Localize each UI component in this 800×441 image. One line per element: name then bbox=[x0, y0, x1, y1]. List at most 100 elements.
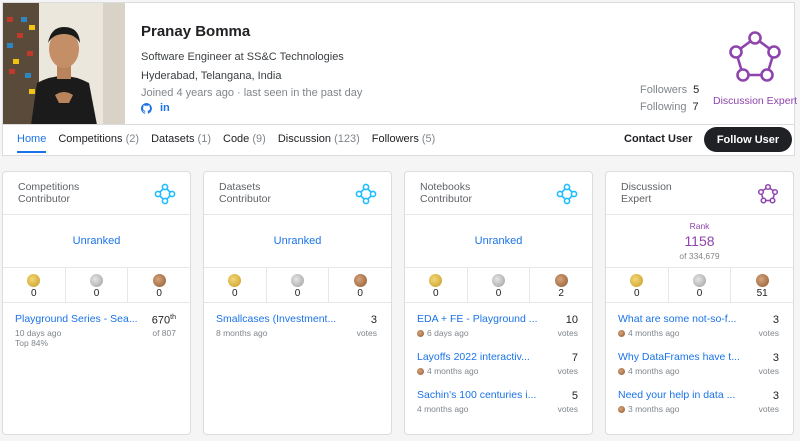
item-time: 4 months ago bbox=[618, 328, 680, 338]
competitions-card: Competitions Contributor Unranked 0 0 0 P… bbox=[2, 171, 191, 435]
item-votes: 3 bbox=[772, 314, 779, 326]
contributor-tier-icon bbox=[154, 183, 176, 205]
rank-area: Unranked bbox=[204, 215, 391, 267]
bronze-medal-icon bbox=[353, 274, 367, 287]
item-time: 3 months ago bbox=[618, 404, 680, 414]
list-item[interactable]: EDA + FE - Playground ... 6 days ago 10 … bbox=[405, 303, 592, 341]
silver-medal-icon bbox=[693, 274, 706, 287]
item-time: 6 days ago bbox=[417, 328, 469, 338]
bronze-medal-icon bbox=[554, 274, 568, 287]
profile-nav: Home Competitions (2) Datasets (1) Code … bbox=[2, 124, 795, 156]
gold-medal: 0 bbox=[606, 268, 669, 302]
rank-area: Rank 1158 of 334,679 bbox=[606, 215, 793, 267]
silver-medal: 0 bbox=[267, 268, 330, 302]
list-item[interactable]: Sachin's 100 centuries i... 4 months ago… bbox=[405, 379, 592, 417]
silver-medal: 0 bbox=[468, 268, 531, 302]
bronze-medal: 0 bbox=[128, 268, 190, 302]
silver-medal-icon bbox=[291, 274, 304, 287]
followers-count: 5 bbox=[693, 84, 700, 96]
list-item[interactable]: Layoffs 2022 interactiv... 4 months ago … bbox=[405, 341, 592, 379]
tab-code[interactable]: Code (9) bbox=[223, 133, 266, 153]
item-time: 4 months ago bbox=[417, 366, 479, 376]
item-title[interactable]: Need your help in data ... bbox=[618, 389, 746, 401]
item-rank: 670th bbox=[151, 314, 176, 327]
medal-counts: 0 0 0 bbox=[204, 267, 391, 303]
gold-medal: 0 bbox=[204, 268, 267, 302]
expert-tier-icon bbox=[757, 183, 779, 204]
list-item[interactable]: Need your help in data ... 3 months ago … bbox=[606, 379, 793, 417]
contributor-tier-icon bbox=[556, 183, 578, 205]
followers-stat[interactable]: Followers 5 bbox=[640, 84, 699, 96]
bronze-medal-icon bbox=[152, 274, 166, 287]
item-votes: 3 bbox=[370, 314, 377, 326]
tab-competitions[interactable]: Competitions (2) bbox=[58, 133, 139, 153]
profile-joined: Joined 4 years ago · last seen in the pa… bbox=[141, 87, 363, 99]
following-stat[interactable]: Following 7 bbox=[640, 101, 699, 113]
tab-list: Home Competitions (2) Datasets (1) Code … bbox=[17, 133, 435, 153]
bronze-medal: 2 bbox=[530, 268, 592, 302]
item-votes-label: votes bbox=[557, 328, 578, 338]
bronze-medal-icon bbox=[755, 274, 769, 287]
expert-tier-icon bbox=[729, 31, 781, 82]
tab-followers[interactable]: Followers (5) bbox=[372, 133, 436, 153]
contact-user-button[interactable]: Contact User bbox=[624, 133, 692, 145]
list-item[interactable]: Why DataFrames have t... 4 months ago 3 … bbox=[606, 341, 793, 379]
rank-area: Unranked bbox=[3, 215, 190, 267]
gold-medal: 0 bbox=[405, 268, 468, 302]
item-percentile: Top 84% bbox=[15, 338, 49, 348]
bronze-medal: 51 bbox=[731, 268, 793, 302]
achievement-cards: Competitions Contributor Unranked 0 0 0 P… bbox=[2, 171, 797, 436]
item-title[interactable]: Sachin's 100 centuries i... bbox=[417, 389, 545, 401]
followers-label: Followers bbox=[640, 84, 688, 96]
bronze-medal-icon bbox=[417, 329, 424, 337]
bronze-medal-icon bbox=[618, 329, 625, 337]
gold-medal: 0 bbox=[3, 268, 66, 302]
item-title[interactable]: Smallcases (Investment... bbox=[216, 313, 344, 325]
medal-counts: 0 0 0 bbox=[3, 267, 190, 303]
item-votes: 3 bbox=[772, 352, 779, 364]
tier-label: Discussion Expert bbox=[712, 95, 798, 107]
item-votes-label: votes bbox=[557, 366, 578, 376]
bronze-medal-icon bbox=[417, 367, 424, 375]
silver-medal-icon bbox=[492, 274, 505, 287]
list-item[interactable]: What are some not-so-f... 4 months ago 3… bbox=[606, 303, 793, 341]
linkedin-icon[interactable]: in bbox=[160, 102, 170, 114]
following-label: Following bbox=[640, 101, 687, 113]
card-title: Competitions Contributor bbox=[18, 181, 80, 205]
profile-header: Pranay Bomma Software Engineer at SS&C T… bbox=[2, 2, 797, 125]
follow-user-button[interactable]: Follow User bbox=[704, 127, 792, 152]
tab-datasets[interactable]: Datasets (1) bbox=[151, 133, 211, 153]
item-time: 4 months ago bbox=[417, 404, 469, 414]
profile-location: Hyderabad, Telangana, India bbox=[141, 70, 282, 82]
item-votes-label: votes bbox=[356, 328, 377, 338]
item-title[interactable]: Playground Series - Sea... bbox=[15, 313, 143, 325]
item-time: 4 months ago bbox=[618, 366, 680, 376]
item-time: 10 days ago bbox=[15, 328, 62, 338]
gold-medal-icon bbox=[429, 274, 443, 287]
following-count: 7 bbox=[692, 101, 699, 113]
rank-of: of 334,679 bbox=[679, 251, 720, 261]
item-title[interactable]: EDA + FE - Playground ... bbox=[417, 313, 545, 325]
medal-counts: 0 0 51 bbox=[606, 267, 793, 303]
item-votes: 7 bbox=[571, 352, 578, 364]
item-title[interactable]: What are some not-so-f... bbox=[618, 313, 746, 325]
item-title[interactable]: Why DataFrames have t... bbox=[618, 351, 746, 363]
item-votes: 3 bbox=[772, 390, 779, 402]
profile-photo bbox=[3, 3, 125, 125]
tier-badge: Discussion Expert bbox=[710, 25, 800, 107]
list-item[interactable]: Playground Series - Sea... 10 days ago T… bbox=[3, 303, 190, 348]
list-item[interactable]: Smallcases (Investment... 8 months ago 3… bbox=[204, 303, 391, 341]
item-title[interactable]: Layoffs 2022 interactiv... bbox=[417, 351, 545, 363]
silver-medal: 0 bbox=[66, 268, 129, 302]
silver-medal: 0 bbox=[669, 268, 732, 302]
tab-home[interactable]: Home bbox=[17, 133, 47, 153]
rank-status: Unranked bbox=[474, 235, 523, 247]
datasets-card: Datasets Contributor Unranked 0 0 0 Small… bbox=[203, 171, 392, 435]
item-votes-label: votes bbox=[758, 328, 779, 338]
gold-medal-icon bbox=[630, 274, 644, 287]
tab-discussion[interactable]: Discussion (123) bbox=[278, 133, 360, 153]
rank-area: Unranked bbox=[405, 215, 592, 267]
gold-medal-icon bbox=[228, 274, 242, 287]
profile-occupation: Software Engineer at SS&C Technologies bbox=[141, 51, 344, 63]
github-icon[interactable] bbox=[141, 102, 152, 114]
